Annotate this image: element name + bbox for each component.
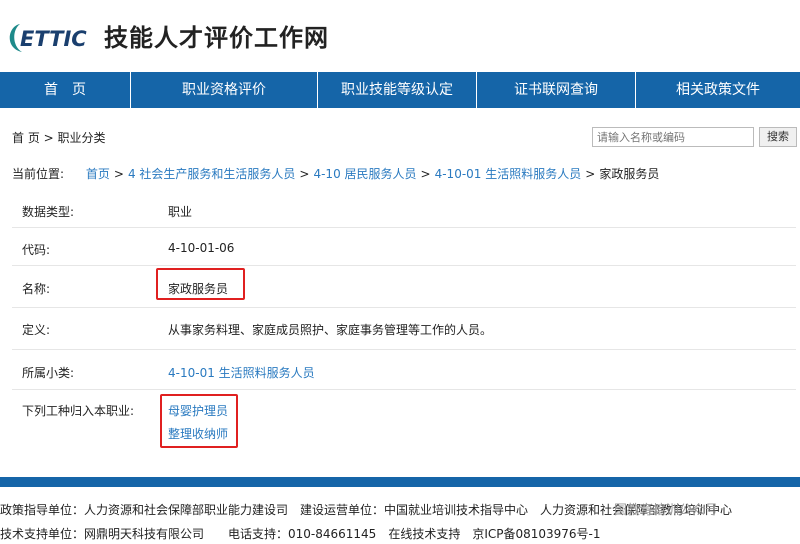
search-button[interactable]: 搜索 [759,127,797,147]
svg-text:ETTIC: ETTIC [20,27,87,51]
footer-bar [0,477,800,487]
data-type-value: 职业 [168,205,193,219]
definition-value: 从事家务料理、家庭成员照护、家庭事务管理等工作的人员。 [168,323,493,337]
nav-qualification-eval[interactable]: 职业资格评价 [131,72,318,108]
location-link-level1[interactable]: 4 社会生产服务和生活服务人员 [128,167,295,181]
row-definition: 定义: 从事家务料理、家庭成员照护、家庭事务管理等工作的人员。 [12,308,796,350]
ettic-logo[interactable]: ETTIC [6,18,92,58]
highlight-box-jobs [160,394,238,448]
location-sep: > [299,167,310,181]
location-path: 当前位置: 首页 >4 社会生产服务和生活服务人员 >4-10 居民服务人员 >4-1… [12,165,659,182]
location-sep: > [585,167,596,181]
highlight-box-name [156,268,245,300]
location-link-level2[interactable]: 4-10 居民服务人员 [313,167,416,181]
data-type-label: 数据类型: [22,205,75,219]
location-sep: > [113,167,124,181]
code-value: 4-10-01-06 [168,241,235,255]
nav-certificate-query[interactable]: 证书联网查询 [477,72,636,108]
location-link-home[interactable]: 首页 [86,167,110,181]
subcategory-link[interactable]: 4-10-01 生活照料服务人员 [168,364,315,381]
code-label: 代码: [22,243,51,257]
location-link-level3[interactable]: 4-10-01 生活照料服务人员 [435,167,582,181]
location-current: 家政服务员 [599,167,660,181]
footer-line-2: 技术支持单位：网鼎明天科技有限公司 电话支持：010-84661145 在线技术… [0,527,601,541]
jobs-label: 下列工种归入本职业: [22,404,135,418]
breadcrumb: 首 页 > 职业分类 [12,131,106,145]
location-prefix: 当前位置: [12,167,65,181]
row-name: 名称: 家政服务员 [12,266,796,308]
row-data-type: 数据类型: 职业 [12,192,796,228]
row-subcategory: 所属小类: 4-10-01 生活照料服务人员 [12,350,796,390]
row-code: 代码: 4-10-01-06 [12,228,796,266]
nav-policy-docs[interactable]: 相关政策文件 [636,72,800,108]
main-nav: 首 页 职业资格评价 职业技能等级认定 证书联网查询 相关政策文件 [0,72,800,108]
site-title: 技能人才评价工作网 [104,24,329,52]
nav-skill-level[interactable]: 职业技能等级认定 [318,72,477,108]
nav-home[interactable]: 首 页 [0,72,131,108]
name-label: 名称: [22,282,51,296]
subcategory-label: 所属小类: [22,366,75,380]
site-header: ETTIC 技能人才评价工作网 [0,0,800,72]
watermark: 国教育培训公众号 [614,503,719,518]
search-input[interactable] [592,127,754,147]
location-sep: > [420,167,431,181]
definition-label: 定义: [22,323,51,337]
row-jobs: 下列工种归入本职业: [12,390,796,450]
